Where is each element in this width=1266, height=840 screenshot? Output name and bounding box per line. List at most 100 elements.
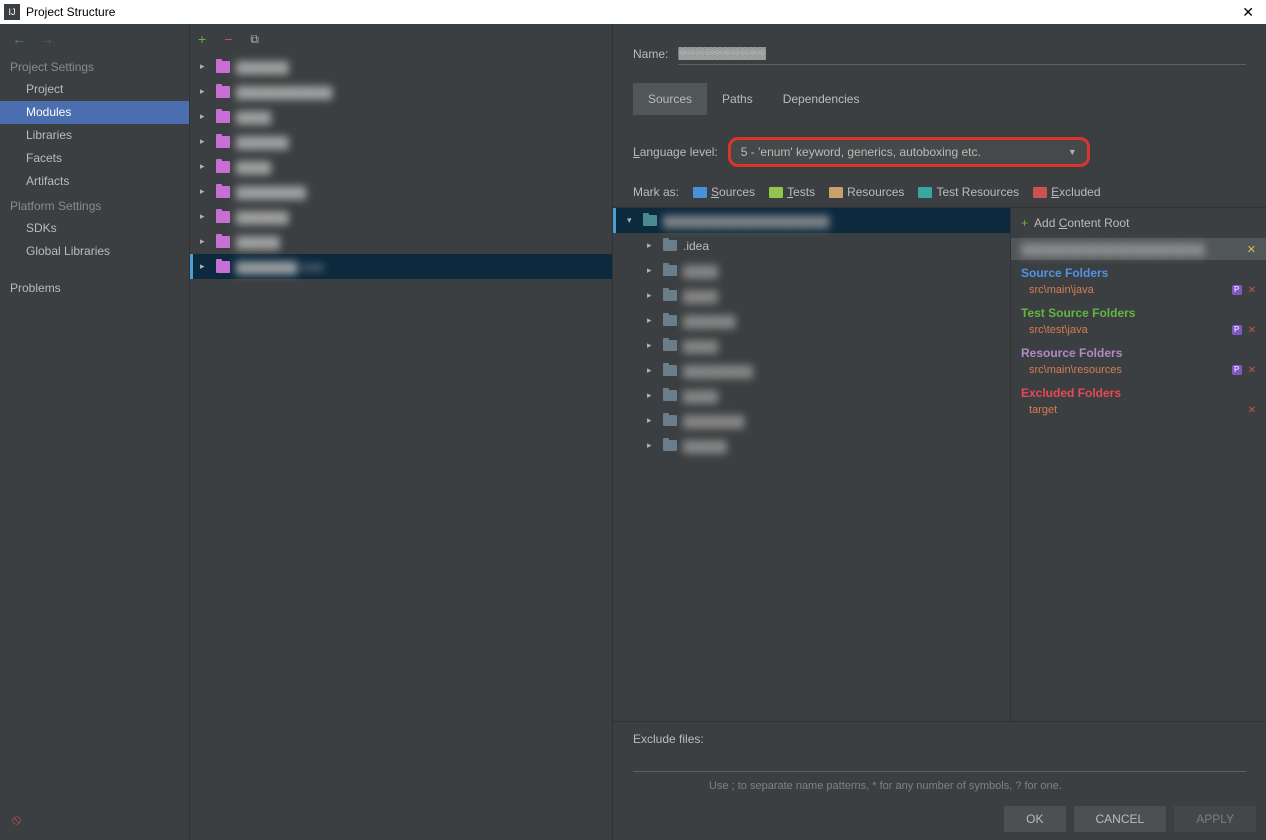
folder-icon <box>663 390 677 401</box>
properties-icon[interactable]: P <box>1232 365 1242 375</box>
forward-icon[interactable]: → <box>40 31 54 47</box>
folder-icon <box>663 440 677 451</box>
remove-folder-icon[interactable]: ✕ <box>1248 325 1256 336</box>
folder-group-item[interactable]: src\test\java P✕ <box>1021 322 1256 338</box>
folder-group-item[interactable]: target ✕ <box>1021 402 1256 418</box>
sidebar-item-libraries[interactable]: Libraries <box>0 124 189 147</box>
remove-folder-icon[interactable]: ✕ <box>1248 365 1256 376</box>
copy-module-icon[interactable]: ⧉ <box>250 32 259 47</box>
module-name-input[interactable] <box>678 42 1246 65</box>
sidebar-item-global-libraries[interactable]: Global Libraries <box>0 240 189 263</box>
module-row[interactable]: ▸ ▓▓▓▓ <box>190 154 612 179</box>
remove-folder-icon[interactable]: ✕ <box>1248 285 1256 296</box>
chevron-right-icon: ▸ <box>647 265 657 276</box>
plus-icon: + <box>1021 216 1028 230</box>
sidebar-item-facets[interactable]: Facets <box>0 147 189 170</box>
properties-icon[interactable]: P <box>1232 285 1242 295</box>
cancel-button[interactable]: CANCEL <box>1074 806 1167 832</box>
module-icon <box>216 161 230 173</box>
chevron-right-icon: ▸ <box>200 186 210 197</box>
tree-item-label: ▓▓▓▓▓▓ <box>683 314 736 328</box>
module-row[interactable]: ▸ ▓▓▓▓▓▓ <box>190 204 612 229</box>
folder-icon <box>663 290 677 301</box>
exclude-files-input[interactable] <box>633 748 1246 772</box>
chevron-right-icon: ▸ <box>200 61 210 72</box>
properties-icon[interactable]: P <box>1232 325 1242 335</box>
tab-dependencies[interactable]: Dependencies <box>768 83 875 115</box>
module-row[interactable]: ▸ ▓▓▓▓▓ <box>190 229 612 254</box>
sidebar-item-project[interactable]: Project <box>0 78 189 101</box>
module-label: ▓▓▓▓ <box>236 160 271 174</box>
chevron-right-icon: ▸ <box>647 240 657 251</box>
sources-folder-icon <box>693 187 707 198</box>
project-settings-heading: Project Settings <box>0 54 189 78</box>
test-resources-folder-icon <box>918 187 932 198</box>
tree-root[interactable]: ▾ ▓▓▓▓▓▓▓▓▓▓▓▓▓▓▓▓▓▓▓ <box>613 208 1010 233</box>
tree-item-label: ▓▓▓▓▓▓▓ <box>683 414 744 428</box>
folder-group: Test Source Folderssrc\test\java P✕ <box>1011 300 1266 340</box>
folder-group-item[interactable]: src\main\resources P✕ <box>1021 362 1256 378</box>
module-row[interactable]: ▸ ▓▓▓▓▓▓ <box>190 129 612 154</box>
mark-resources-button[interactable]: Resources <box>829 185 904 199</box>
language-level-label: Language level: <box>633 145 718 159</box>
detail-tabs: Sources Paths Dependencies <box>613 65 1266 115</box>
chevron-down-icon: ▼ <box>1068 147 1077 157</box>
module-icon <box>216 236 230 248</box>
tests-folder-icon <box>769 187 783 198</box>
module-folder-icon <box>643 215 657 226</box>
module-row[interactable]: ▸ ▓▓▓▓▓▓▓▓ <box>190 179 612 204</box>
tree-item[interactable]: ▸ .idea <box>613 233 1010 258</box>
mark-sources-button[interactable]: Sources <box>693 185 755 199</box>
titlebar: IJ Project Structure ✕ <box>0 0 1266 24</box>
remove-root-icon[interactable]: ✕ <box>1247 243 1256 256</box>
folder-group-title: Resource Folders <box>1021 346 1256 360</box>
back-icon[interactable]: ← <box>12 31 26 47</box>
chevron-right-icon: ▸ <box>647 440 657 451</box>
sidebar-item-sdks[interactable]: SDKs <box>0 217 189 240</box>
content-root-path[interactable]: ▓▓▓▓▓▓▓▓▓▓▓▓▓▓▓▓▓▓▓▓▓ ✕ <box>1011 238 1266 260</box>
tree-item[interactable]: ▸ ▓▓▓▓ <box>613 258 1010 283</box>
tree-item-label: .idea <box>683 239 709 253</box>
apply-button[interactable]: APPLY <box>1174 806 1256 832</box>
folder-icon <box>663 340 677 351</box>
sidebar: ← → Project Settings Project Modules Lib… <box>0 24 190 840</box>
add-content-root-button[interactable]: + Add Content Root <box>1011 208 1266 238</box>
remove-folder-icon[interactable]: ✕ <box>1248 405 1256 416</box>
tree-item[interactable]: ▸ ▓▓▓▓▓ <box>613 433 1010 458</box>
window-title: Project Structure <box>26 5 1234 19</box>
folder-group-item[interactable]: src\main\java P✕ <box>1021 282 1256 298</box>
sidebar-item-modules[interactable]: Modules <box>0 101 189 124</box>
chevron-right-icon: ▸ <box>647 315 657 326</box>
tab-sources[interactable]: Sources <box>633 83 707 115</box>
module-label: ▓▓▓▓ <box>236 110 271 124</box>
module-row[interactable]: ▸ ▓▓▓▓▓▓▓ core <box>190 254 612 279</box>
content-tree[interactable]: ▾ ▓▓▓▓▓▓▓▓▓▓▓▓▓▓▓▓▓▓▓ ▸ .idea▸ ▓▓▓▓▸ ▓▓▓… <box>613 207 1010 721</box>
folder-icon <box>663 265 677 276</box>
module-icon <box>216 186 230 198</box>
help-icon[interactable]: ⦸ <box>12 811 21 827</box>
mark-tests-button[interactable]: Tests <box>769 185 815 199</box>
tree-item[interactable]: ▸ ▓▓▓▓▓▓ <box>613 308 1010 333</box>
folder-path: target <box>1029 404 1057 416</box>
sidebar-item-problems[interactable]: Problems <box>0 277 189 300</box>
tree-item[interactable]: ▸ ▓▓▓▓ <box>613 283 1010 308</box>
tree-item[interactable]: ▸ ▓▓▓▓ <box>613 383 1010 408</box>
language-level-select[interactable]: 5 - 'enum' keyword, generics, autoboxing… <box>728 137 1090 167</box>
module-row[interactable]: ▸ ▓▓▓▓ <box>190 104 612 129</box>
module-row[interactable]: ▸ ▓▓▓▓▓▓ <box>190 54 612 79</box>
sidebar-item-artifacts[interactable]: Artifacts <box>0 170 189 193</box>
chevron-right-icon: ▸ <box>200 236 210 247</box>
tab-paths[interactable]: Paths <box>707 83 768 115</box>
close-icon[interactable]: ✕ <box>1234 4 1262 21</box>
excluded-folder-icon <box>1033 187 1047 198</box>
mark-test-resources-button[interactable]: Test Resources <box>918 185 1019 199</box>
tree-item[interactable]: ▸ ▓▓▓▓▓▓▓▓ <box>613 358 1010 383</box>
mark-excluded-button[interactable]: Excluded <box>1033 185 1100 199</box>
ok-button[interactable]: OK <box>1004 806 1065 832</box>
module-icon <box>216 61 230 73</box>
add-module-icon[interactable]: + <box>198 31 206 47</box>
module-row[interactable]: ▸ ▓▓▓▓▓▓▓▓▓▓▓ <box>190 79 612 104</box>
tree-item[interactable]: ▸ ▓▓▓▓ <box>613 333 1010 358</box>
remove-module-icon[interactable]: − <box>224 31 232 47</box>
tree-item[interactable]: ▸ ▓▓▓▓▓▓▓ <box>613 408 1010 433</box>
